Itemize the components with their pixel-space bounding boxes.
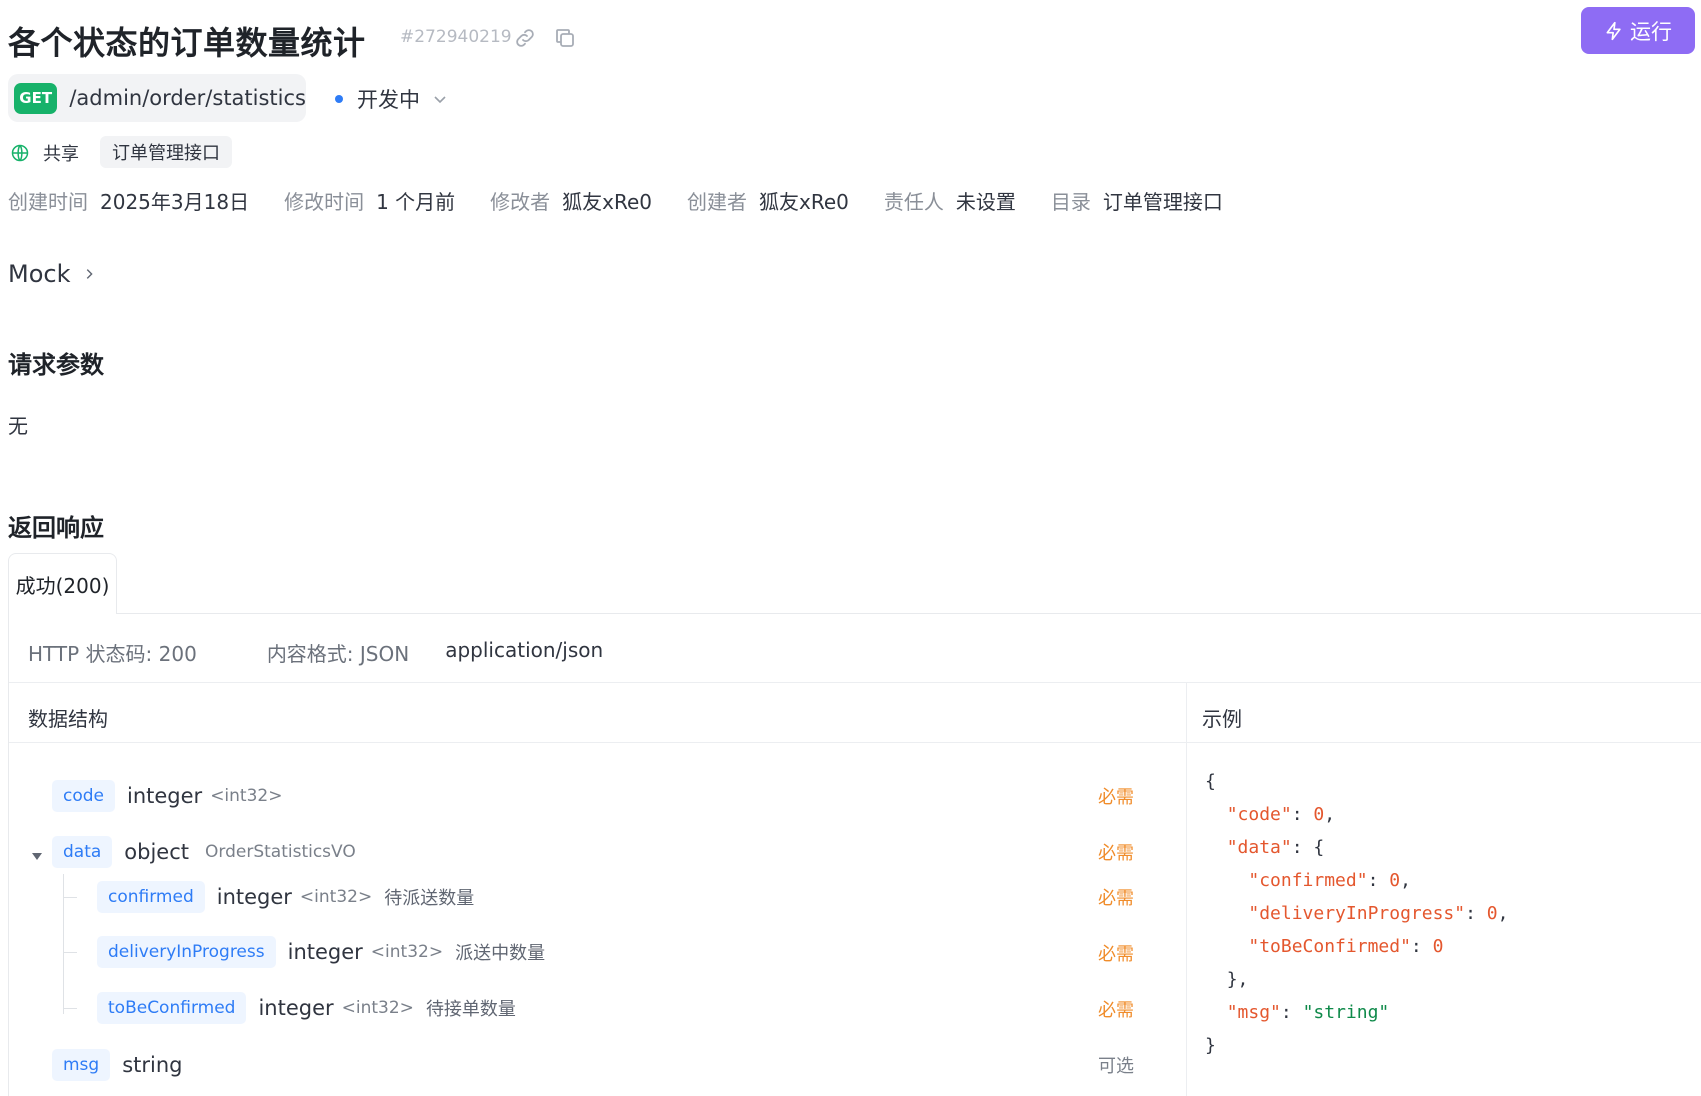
status-dot-icon [335,95,343,103]
mime-type: application/json [445,638,604,662]
optional-badge: 可选 [1098,1056,1134,1077]
json-line: "msg": "string" [1226,1002,1390,1023]
endpoint-path: /admin/order/statistics [69,86,306,110]
status-label: 开发中 [357,88,420,112]
json-line: "confirmed": 0, [1248,870,1411,891]
mock-section-toggle[interactable]: Mock [8,260,96,288]
lightning-icon [1606,21,1621,40]
schema-field-data[interactable]: data object OrderStatisticsVO [52,836,356,868]
endpoint-path-box[interactable]: GET /admin/order/statistics [8,74,306,122]
required-badge: 必需 [1098,944,1134,965]
json-line: "data": { [1226,837,1325,858]
divider [9,742,1701,743]
json-line: "deliveryInProgress": 0, [1248,903,1509,924]
request-heading: 请求参数 [8,351,104,379]
schema-field-code[interactable]: code integer <int32> [52,780,282,812]
meta-key: 修改时间 [284,190,365,214]
share-label: 共享 [43,144,79,165]
response-heading: 返回响应 [8,514,104,542]
meta-value: 狐友xRe0 [759,190,849,214]
required-badge: 必需 [1098,843,1134,864]
response-meta: HTTP 状态码: 200 内容格式: JSON application/jso… [28,638,673,667]
chevron-right-icon [87,269,94,279]
schema-field-confirmed[interactable]: confirmed integer <int32> 待派送数量 [97,881,474,913]
copy-icon[interactable] [553,26,577,50]
tree-line [63,1008,77,1009]
meta-key: 责任人 [883,190,944,214]
tree-line [63,952,77,953]
globe-icon [11,144,29,162]
meta-value: 2025年3月18日 [100,190,250,214]
json-line: { [1205,771,1216,792]
meta-key: 创建时间 [8,190,88,214]
page-title: 各个状态的订单数量统计 [8,24,366,62]
tree-line [63,897,77,898]
required-badge: 必需 [1098,888,1134,909]
meta-row: 创建时间 2025年3月18日 修改时间 1 个月前 修改者 狐友xRe0 创建者 狐友… [8,186,1258,215]
mock-label: Mock [8,260,71,288]
json-line: "toBeConfirmed": 0 [1248,936,1444,957]
run-button[interactable]: 运行 [1581,7,1695,54]
caret-down-icon[interactable] [31,850,43,862]
example-title: 示例 [1202,707,1242,731]
meta-key: 创建者 [687,190,748,214]
tab-success-200[interactable]: 成功(200) [8,553,117,614]
meta-value: 1 个月前 [376,190,456,214]
run-button-label: 运行 [1630,19,1672,44]
schema-title: 数据结构 [28,707,108,731]
meta-key: 目录 [1050,190,1091,214]
link-icon[interactable] [513,26,537,50]
json-line: }, [1226,969,1249,990]
http-status: HTTP 状态码: 200 [28,642,197,666]
json-line: "code": 0, [1226,804,1336,825]
request-empty: 无 [8,414,28,438]
meta-value: 狐友xRe0 [562,190,653,214]
required-badge: 必需 [1098,1000,1134,1021]
method-badge: GET [14,82,58,114]
tree-line [63,874,64,1014]
example-json[interactable]: { "code": 0, "data": { "confirmed": 0, "… [1205,765,1508,1062]
json-line: } [1205,1035,1216,1056]
share-toggle[interactable]: 共享 [10,140,79,166]
meta-value[interactable]: 订单管理接口 [1103,190,1223,214]
meta-key: 修改者 [490,190,551,214]
content-type: 内容格式: JSON [266,642,410,666]
schema-field-toBeConfirmed[interactable]: toBeConfirmed integer <int32> 待接单数量 [97,992,516,1024]
status-select[interactable]: 开发中 [335,84,448,114]
api-id: #272940219 [400,27,512,47]
meta-value: 未设置 [955,190,1016,214]
divider [1186,683,1187,1096]
schema-field-deliveryInProgress[interactable]: deliveryInProgress integer <int32> 派送中数量 [97,936,545,968]
divider [9,682,1701,683]
folder-tag[interactable]: 订单管理接口 [100,136,232,168]
required-badge: 必需 [1098,787,1134,808]
chevron-down-icon [434,96,446,104]
schema-field-msg[interactable]: msg string [52,1049,183,1081]
